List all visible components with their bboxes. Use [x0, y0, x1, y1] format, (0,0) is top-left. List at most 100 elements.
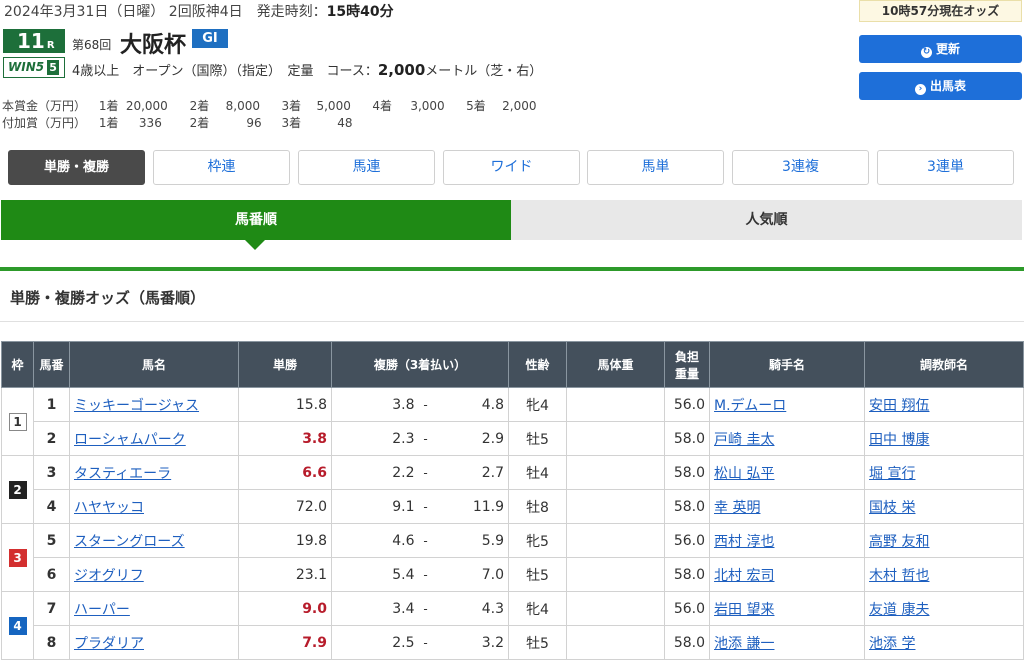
place-odds-separator: - [418, 557, 433, 592]
tab-wide[interactable]: ワイド [443, 150, 580, 185]
sort-by-number-tab[interactable]: 馬番順 [1, 200, 511, 240]
waku-cell: 4 [1, 591, 34, 660]
place-odds-separator: - [418, 455, 433, 490]
bet-type-tabs: 単勝・複勝 枠連 馬連 ワイド 馬単 3連複 3連単 [8, 150, 1024, 186]
tab-quinella[interactable]: 馬連 [298, 150, 435, 185]
col-trainer: 調教師名 [864, 341, 1024, 388]
horse-link[interactable]: ハヤヤッコ [74, 500, 144, 516]
race-number-badge: 11 R [3, 29, 65, 53]
jockey-cell: 池添 謙一 [709, 625, 866, 660]
odds-timestamp: 10時57分現在オッズ [859, 0, 1022, 22]
tab-bracket-quinella[interactable]: 枠連 [153, 150, 290, 185]
win-odds: 23.1 [238, 557, 332, 592]
jockey-link[interactable]: 岩田 望来 [714, 602, 774, 618]
col-weight: 馬体重 [566, 341, 666, 388]
horse-link[interactable]: ハーパー [74, 602, 130, 618]
trainer-link[interactable]: 堀 宣行 [869, 466, 915, 482]
table-row: 4 ハヤヤッコ 72.0 9.1 - 11.9 牡8 58.0 幸 英明 国枝 … [2, 489, 1024, 524]
waku-badge: 3 [8, 548, 27, 567]
col-horse: 馬名 [69, 341, 239, 388]
place-odds-low: 2.5 [331, 625, 419, 660]
waku-badge: 2 [8, 480, 27, 499]
horse-link[interactable]: ミッキーゴージャス [74, 398, 199, 414]
col-win: 単勝 [238, 341, 332, 388]
jockey-cell: 戸崎 圭太 [709, 421, 866, 456]
sex-age: 牝4 [508, 591, 568, 626]
horse-link[interactable]: プラダリア [74, 636, 144, 652]
jockey-cell: M.デムーロ [709, 387, 866, 422]
horse-weight [566, 625, 666, 660]
trainer-link[interactable]: 高野 友和 [869, 534, 929, 550]
sort-by-popularity-tab[interactable]: 人気順 [511, 200, 1022, 240]
horse-weight [566, 523, 666, 558]
umaban: 3 [33, 455, 70, 490]
horse-link[interactable]: タスティエーラ [74, 466, 171, 482]
burden-weight: 58.0 [664, 421, 711, 456]
place-odds-separator: - [418, 421, 433, 456]
horse-weight [566, 557, 666, 592]
trainer-link[interactable]: 木村 哲也 [869, 568, 929, 584]
race-conditions: 4歳以上 オープン（国際）（指定） 定量 コース：2,000メートル（芝・右） [72, 61, 543, 79]
trainer-cell: 堀 宣行 [864, 455, 1024, 490]
sex-age: 牡5 [508, 557, 568, 592]
place-odds-separator: - [418, 523, 433, 558]
place-odds-high: 7.0 [432, 557, 510, 592]
trainer-link[interactable]: 田中 博康 [869, 432, 929, 448]
tab-exacta[interactable]: 馬単 [587, 150, 724, 185]
jockey-link[interactable]: 西村 淳也 [714, 534, 774, 550]
umaban: 1 [33, 387, 70, 422]
tab-trifecta[interactable]: 3連単 [877, 150, 1014, 185]
jockey-link[interactable]: 幸 英明 [714, 500, 760, 516]
horse-name-cell: ミッキーゴージャス [69, 387, 239, 422]
refresh-button[interactable]: ↻ 更新 [859, 35, 1022, 63]
divider [0, 321, 1024, 322]
place-odds-low: 9.1 [331, 489, 419, 524]
horse-weight [566, 455, 666, 490]
jockey-link[interactable]: 北村 宏司 [714, 568, 774, 584]
sex-age: 牝5 [508, 523, 568, 558]
horse-link[interactable]: スターングローズ [74, 534, 185, 550]
jockey-cell: 幸 英明 [709, 489, 866, 524]
table-row: 1 1 ミッキーゴージャス 15.8 3.8 - 4.8 牝4 56.0 M.デ… [1, 387, 1024, 456]
horse-link[interactable]: ローシャムパーク [74, 432, 186, 448]
waku-cell: 1 [1, 387, 34, 456]
tab-win-place[interactable]: 単勝・複勝 [8, 150, 145, 185]
col-place: 複勝（3着払い） [330, 341, 510, 388]
jockey-link[interactable]: 池添 謙一 [714, 636, 774, 652]
tab-trio[interactable]: 3連複 [732, 150, 869, 185]
trainer-link[interactable]: 友道 康夫 [869, 602, 929, 618]
trainer-cell: 友道 康夫 [864, 591, 1024, 626]
place-odds-high: 2.9 [432, 421, 510, 456]
trainer-cell: 安田 翔伍 [864, 387, 1024, 422]
sex-age: 牡8 [508, 489, 568, 524]
horse-name-cell: プラダリア [69, 625, 239, 660]
jockey-link[interactable]: 松山 弘平 [714, 466, 774, 482]
jockey-link[interactable]: 戸崎 圭太 [714, 432, 774, 448]
entries-button[interactable]: › 出馬表 [859, 72, 1022, 100]
place-odds-low: 2.2 [331, 455, 419, 490]
win-odds: 9.0 [238, 591, 332, 626]
waku-cell: 3 [1, 523, 34, 592]
post-time: 15時40分 [326, 4, 394, 20]
place-odds-high: 5.9 [432, 523, 510, 558]
table-row: 2 ローシャムパーク 3.8 2.3 - 2.9 牡5 58.0 戸崎 圭太 田… [2, 421, 1024, 456]
horse-weight [566, 421, 666, 456]
trainer-link[interactable]: 国枝 栄 [869, 500, 915, 516]
refresh-icon: ↻ [920, 47, 932, 58]
active-tab-arrow [245, 240, 265, 250]
main-prize-row: 本賞金（万円） 1着 20,000 2着 8,000 3着 5,000 4着 3,000… [2, 99, 537, 113]
horse-weight [566, 489, 666, 524]
jockey-cell: 岩田 望来 [709, 591, 866, 626]
horse-link[interactable]: ジオグリフ [74, 568, 144, 584]
horse-name-cell: スターングローズ [69, 523, 239, 558]
trainer-link[interactable]: 安田 翔伍 [869, 398, 929, 414]
place-odds-high: 4.3 [432, 591, 510, 626]
burden-weight: 58.0 [664, 557, 711, 592]
place-odds-separator: - [418, 591, 433, 626]
col-jockey: 騎手名 [709, 341, 866, 388]
win-odds: 3.8 [238, 421, 332, 456]
jockey-link[interactable]: M.デムーロ [714, 398, 786, 414]
win-odds: 7.9 [238, 625, 332, 660]
place-odds-high: 3.2 [432, 625, 510, 660]
trainer-link[interactable]: 池添 学 [869, 636, 915, 652]
